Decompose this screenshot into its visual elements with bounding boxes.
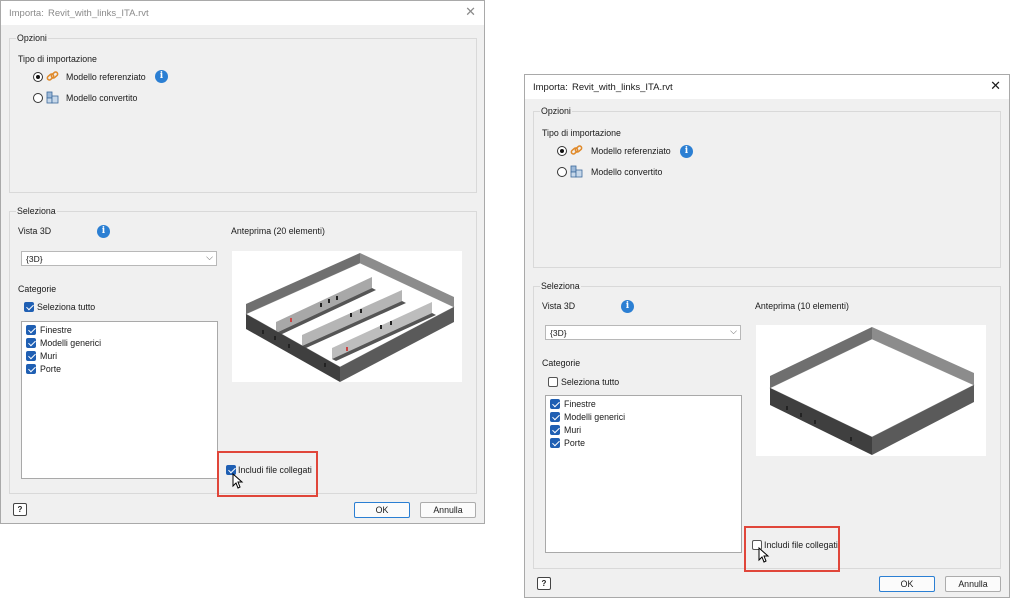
- select-all-label: Seleziona tutto: [37, 302, 96, 312]
- link-icon: [46, 71, 59, 81]
- view3d-select[interactable]: {3D} ⌵: [545, 325, 741, 340]
- category-label: Muri: [564, 425, 582, 435]
- ok-button[interactable]: OK: [354, 502, 410, 518]
- category-label: Porte: [40, 364, 62, 374]
- link-icon: [570, 145, 583, 155]
- category-checkbox[interactable]: [26, 351, 36, 361]
- categories-label: Categorie: [18, 284, 57, 294]
- category-label: Modelli generici: [564, 412, 626, 422]
- dialog-title-file: Revit_with_links_ITA.rvt: [572, 82, 673, 93]
- radio-converted-label: Modello convertito: [66, 93, 138, 103]
- category-checkbox[interactable]: [550, 438, 560, 448]
- import-dialog-unlinked: Importa: Revit_with_links_ITA.rvt ✕ Opzi…: [524, 74, 1010, 598]
- view3d-label: Vista 3D: [18, 226, 52, 236]
- preview-model-3d: [245, 253, 455, 382]
- category-checkbox[interactable]: [26, 338, 36, 348]
- category-checkbox[interactable]: [26, 325, 36, 335]
- include-linked-label: Includi file collegati: [238, 465, 312, 475]
- info-icon[interactable]: i: [97, 225, 110, 238]
- category-checkbox[interactable]: [26, 364, 36, 374]
- chevron-down-icon: ⌵: [730, 326, 737, 336]
- category-label: Finestre: [40, 325, 72, 335]
- mouse-cursor-icon: [232, 473, 244, 489]
- radio-referenced-model[interactable]: [557, 146, 567, 156]
- preview-label: Anteprima (10 elementi): [755, 301, 849, 311]
- preview-image: [756, 325, 986, 456]
- import-type-label: Tipo di importazione: [542, 128, 621, 138]
- radio-converted-model[interactable]: [33, 93, 43, 103]
- select-all-checkbox[interactable]: [24, 302, 34, 312]
- categories-label: Categorie: [542, 358, 581, 368]
- include-linked-label: Includi file collegati: [764, 540, 838, 550]
- select-all-label: Seleziona tutto: [561, 377, 620, 387]
- preview-image: [232, 251, 462, 382]
- cancel-button[interactable]: Annulla: [945, 576, 1001, 592]
- radio-converted-label: Modello convertito: [591, 167, 663, 177]
- help-icon[interactable]: ?: [13, 503, 27, 516]
- radio-converted-model[interactable]: [557, 167, 567, 177]
- selection-group-title: Seleziona: [540, 281, 581, 291]
- info-icon[interactable]: i: [621, 300, 634, 313]
- title-bar: Importa: Revit_with_links_ITA.rvt ✕: [1, 1, 484, 25]
- options-group-title: Opzioni: [16, 33, 48, 43]
- dialog-title-prefix: Importa:: [9, 8, 44, 19]
- categories-list[interactable]: Finestre Modelli generici Muri Porte: [545, 395, 742, 553]
- selection-group-title: Seleziona: [16, 206, 57, 216]
- view3d-label: Vista 3D: [542, 301, 576, 311]
- category-label: Modelli generici: [40, 338, 102, 348]
- category-label: Finestre: [564, 399, 596, 409]
- help-icon[interactable]: ?: [537, 577, 551, 590]
- radio-referenced-label: Modello referenziato: [591, 146, 671, 156]
- close-icon[interactable]: ✕: [990, 79, 1001, 93]
- cancel-button[interactable]: Annulla: [420, 502, 476, 518]
- dialog-title-prefix: Importa:: [533, 82, 568, 93]
- mouse-cursor-icon: [758, 547, 770, 563]
- dialog-title-file: Revit_with_links_ITA.rvt: [48, 8, 149, 19]
- model-blocks-icon: [570, 165, 583, 178]
- preview-label: Anteprima (20 elementi): [231, 226, 325, 236]
- view3d-select-value: {3D}: [26, 254, 43, 264]
- ok-button[interactable]: OK: [879, 576, 935, 592]
- title-bar: Importa: Revit_with_links_ITA.rvt ✕: [525, 75, 1009, 99]
- view3d-select-value: {3D}: [550, 328, 567, 338]
- close-icon[interactable]: ✕: [465, 5, 476, 19]
- category-checkbox[interactable]: [550, 412, 560, 422]
- view3d-select[interactable]: {3D} ⌵: [21, 251, 217, 266]
- chevron-down-icon: ⌵: [206, 252, 213, 262]
- options-group: Opzioni Tipo di importazione Modello ref…: [9, 33, 477, 193]
- category-checkbox[interactable]: [550, 425, 560, 435]
- options-group: Opzioni Tipo di importazione Modello ref…: [533, 106, 1001, 268]
- radio-referenced-label: Modello referenziato: [66, 72, 146, 82]
- model-blocks-icon: [46, 91, 59, 104]
- import-type-label: Tipo di importazione: [18, 54, 97, 64]
- radio-referenced-model[interactable]: [33, 72, 43, 82]
- options-group-title: Opzioni: [540, 106, 572, 116]
- categories-list[interactable]: Finestre Modelli generici Muri Porte: [21, 321, 218, 479]
- info-icon[interactable]: i: [680, 145, 693, 158]
- import-dialog-linked: Importa: Revit_with_links_ITA.rvt ✕ Opzi…: [0, 0, 485, 524]
- category-label: Porte: [564, 438, 586, 448]
- preview-model-3d: [769, 327, 975, 455]
- info-icon[interactable]: i: [155, 70, 168, 83]
- category-checkbox[interactable]: [550, 399, 560, 409]
- select-all-checkbox[interactable]: [548, 377, 558, 387]
- category-label: Muri: [40, 351, 58, 361]
